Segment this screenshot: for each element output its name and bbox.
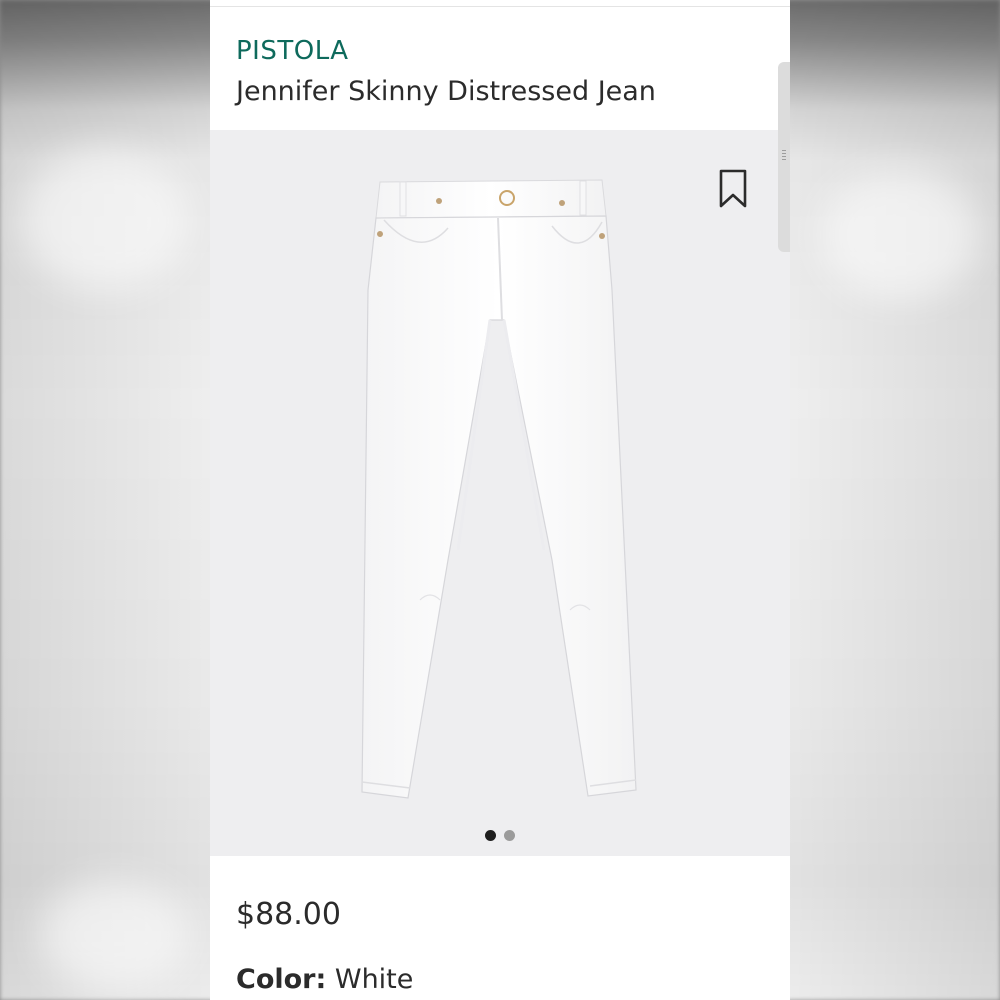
carousel-dot[interactable] — [504, 830, 515, 841]
color-info: Color: White — [236, 964, 413, 995]
color-value: White — [334, 964, 414, 995]
product-price: $88.00 — [236, 897, 341, 932]
carousel-dot-active[interactable] — [485, 830, 496, 841]
background-highlight — [40, 880, 190, 990]
product-image[interactable] — [340, 170, 660, 810]
product-image-carousel[interactable] — [210, 130, 790, 856]
background-highlight — [20, 150, 190, 290]
brand-name[interactable]: PISTOLA — [236, 36, 349, 66]
background-shade-right — [790, 0, 1000, 1000]
background-highlight — [820, 170, 980, 300]
product-detail-screen: PISTOLA Jennifer Skinny Distressed Jean — [210, 0, 790, 1000]
save-bookmark-button[interactable] — [718, 168, 748, 210]
header-divider — [210, 6, 790, 7]
scrollbar-grip-icon[interactable] — [782, 150, 786, 162]
bookmark-icon — [719, 169, 747, 208]
carousel-pagination — [210, 830, 790, 841]
product-title: Jennifer Skinny Distressed Jean — [236, 76, 656, 107]
color-label: Color: — [236, 964, 327, 995]
